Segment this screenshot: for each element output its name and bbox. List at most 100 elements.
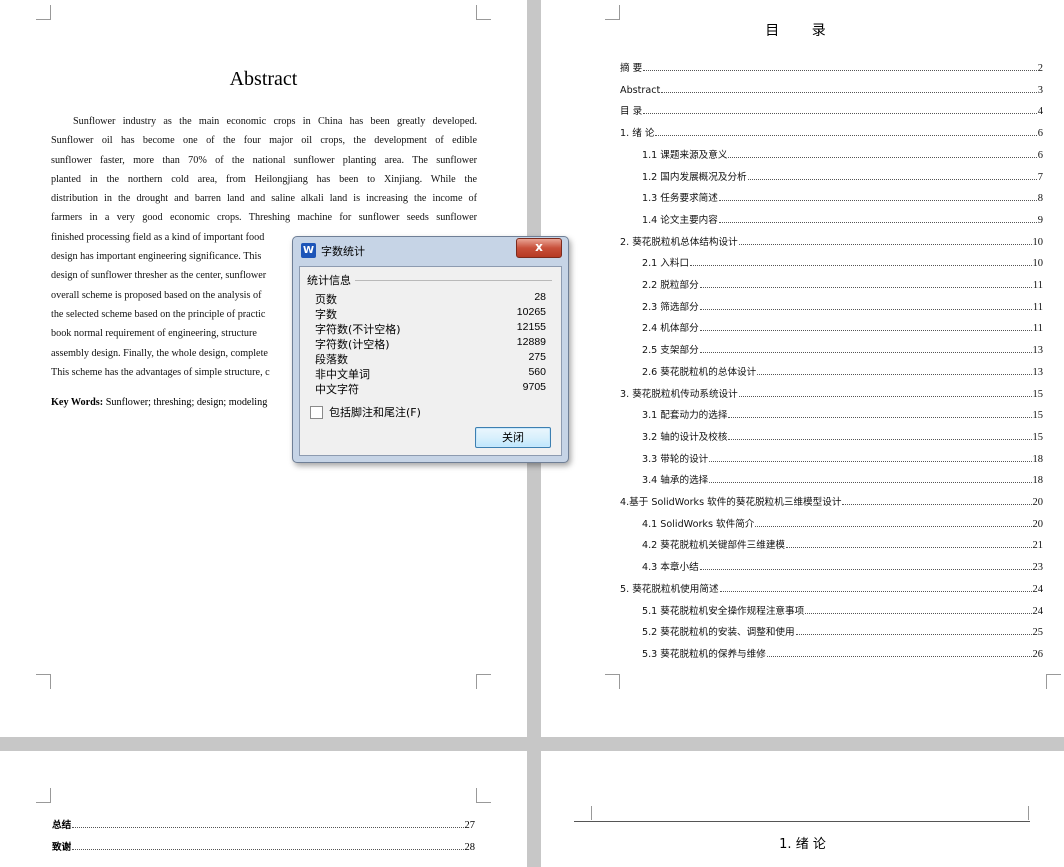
stat-label: 字数: [315, 308, 337, 321]
toc-entry[interactable]: 4.3 本章小结 23: [642, 559, 1043, 573]
page-corner-mark: [476, 788, 491, 803]
checkbox-label: 包括脚注和尾注(F): [329, 406, 421, 419]
wps-writer-icon: W: [301, 243, 316, 258]
toc-entry[interactable]: 5. 葵花脱粒机使用简述 24: [620, 581, 1043, 595]
toc-entry-text: Abstract: [620, 85, 661, 96]
abstract-title: Abstract: [229, 68, 298, 90]
toc-entry-text: 致谢: [52, 842, 72, 853]
toc-entry[interactable]: 摘 要 2: [620, 60, 1043, 74]
toc-entry-text: 3.2 轴的设计及校核: [642, 432, 728, 443]
toc-entry-text: 摘 要: [620, 63, 643, 74]
abstract-keywords: Key Words: Sunflower; threshing; design;…: [51, 397, 267, 408]
toc-entry[interactable]: 4.1 SolidWorks 软件简介 20: [642, 516, 1043, 530]
toc-entry-thanks[interactable]: 致谢 28: [52, 839, 475, 853]
toc-leader-dots: [661, 92, 1037, 93]
toc-entry[interactable]: 1.1 课题来源及意义 6: [642, 147, 1043, 161]
toc-leader-dots: [718, 222, 1037, 223]
toc-entry[interactable]: 4.2 葵花脱粒机关键部件三维建模 21: [642, 537, 1043, 551]
include-footnotes-checkbox[interactable]: 包括脚注和尾注(F): [310, 404, 421, 420]
page-toc: 目 录 摘 要 2 Abstract 3 目 录 4 1. 绪 论 6 1.1 课题来源及意义 6…: [541, 0, 1064, 737]
toc-entry[interactable]: 3. 葵花脱粒机传动系统设计 15: [620, 386, 1043, 400]
toc-leader-dots: [757, 374, 1032, 375]
toc-leader-dots: [766, 656, 1032, 657]
toc-leader-dots: [699, 352, 1032, 353]
toc-entry[interactable]: 5.1 葵花脱粒机安全操作规程注意事项 24: [642, 603, 1043, 617]
header-rule: [574, 821, 1030, 822]
group-divider: [350, 280, 552, 281]
toc-entry[interactable]: 4.基于 SolidWorks 软件的葵花脱粒机三维模型设计 20: [620, 494, 1043, 508]
stat-row: 中文字符 9705: [315, 381, 546, 396]
toc-entry-page: 21: [1032, 540, 1044, 551]
toc-entry[interactable]: 3.3 带轮的设计 18: [642, 451, 1043, 465]
toc-entry[interactable]: 2.1 入料口 10: [642, 255, 1043, 269]
stat-row: 页数 28: [315, 291, 546, 306]
toc-entry-summary[interactable]: 总结 27: [52, 817, 475, 831]
toc-entry-page: 18: [1032, 454, 1044, 465]
toc-entry-page: 15: [1032, 410, 1044, 421]
stat-label: 非中文单词: [315, 368, 370, 381]
toc-entry[interactable]: 5.3 葵花脱粒机的保养与维修 26: [642, 646, 1043, 660]
stat-value: 275: [528, 351, 546, 363]
toc-leader-dots: [699, 569, 1032, 570]
close-button[interactable]: 关闭: [475, 427, 551, 448]
toc-leader-dots: [786, 547, 1032, 548]
toc-entry-text: 3.1 配套动力的选择: [642, 410, 728, 421]
toc-entry-text: 1.3 任务要求简述: [642, 193, 718, 204]
page-corner-mark: [605, 5, 620, 20]
toc-leader-dots: [655, 135, 1037, 136]
keywords-label: Key Words:: [51, 397, 104, 408]
chapter-heading: 1. 绪 论: [779, 837, 826, 852]
toc-entry[interactable]: 1.2 国内发展概况及分析 7: [642, 169, 1043, 183]
toc-entry-text: 2.4 机体部分: [642, 323, 699, 334]
toc-entry[interactable]: 目 录 4: [620, 103, 1043, 117]
toc-entry-text: 4.3 本章小结: [642, 562, 699, 573]
toc-entry[interactable]: Abstract 3: [620, 82, 1043, 96]
toc-leader-dots: [699, 287, 1032, 288]
toc-entry-page: 20: [1032, 519, 1044, 530]
dialog-titlebar[interactable]: W 字数统计 x: [293, 237, 568, 265]
toc-leader-dots: [699, 309, 1032, 310]
toc-entry-text: 1.1 课题来源及意义: [642, 150, 728, 161]
toc-entry[interactable]: 2. 葵花脱粒机总体结构设计 10: [620, 234, 1043, 248]
toc-entry[interactable]: 5.2 葵花脱粒机的安装、调整和使用 25: [642, 624, 1043, 638]
toc-entry[interactable]: 1.3 任务要求简述 8: [642, 190, 1043, 204]
toc-leader-dots: [718, 200, 1037, 201]
toc-leader-dots: [755, 526, 1032, 527]
toc-entry[interactable]: 2.2 脱粒部分 11: [642, 277, 1043, 291]
toc-entry[interactable]: 2.3 筛选部分 11: [642, 299, 1043, 313]
toc-entry-text: 3.3 带轮的设计: [642, 454, 709, 465]
toc-entry-page: 15: [1032, 389, 1044, 400]
word-count-dialog[interactable]: W 字数统计 x 统计信息 页数 28 字数 10265 字符数(不计空格) 12155 字…: [292, 236, 569, 463]
toc-leader-dots: [72, 827, 464, 828]
toc-entry-page: 11: [1032, 302, 1043, 313]
toc-entry[interactable]: 3.4 轴承的选择 18: [642, 472, 1043, 486]
toc-leader-dots: [719, 591, 1032, 592]
stat-value: 28: [534, 291, 546, 303]
abstract-line: planted in the northern cold area, from …: [51, 173, 477, 185]
toc-entry-text: 5.1 葵花脱粒机安全操作规程注意事项: [642, 606, 805, 617]
toc-entry[interactable]: 1. 绪 论 6: [620, 125, 1043, 139]
stat-label: 字符数(计空格): [315, 338, 390, 351]
toc-entry-page: 24: [1032, 584, 1044, 595]
page-bottom-left: 总结 27 致谢 28: [0, 751, 527, 867]
toc-entry-text: 2.1 入料口: [642, 258, 690, 269]
toc-entry[interactable]: 2.5 支架部分 13: [642, 342, 1043, 356]
toc-entry[interactable]: 3.2 轴的设计及校核 15: [642, 429, 1043, 443]
toc-leader-dots: [699, 330, 1032, 331]
toc-entry-text: 2.6 葵花脱粒机的总体设计: [642, 367, 757, 378]
page-corner-mark: [1046, 674, 1061, 689]
page-corner-mark: [476, 5, 491, 20]
stat-row: 字数 10265: [315, 306, 546, 321]
dialog-content: 统计信息 页数 28 字数 10265 字符数(不计空格) 12155 字符数(计空格) 12…: [299, 266, 562, 456]
toc-entry[interactable]: 2.6 葵花脱粒机的总体设计 13: [642, 364, 1043, 378]
toc-entry-page: 10: [1032, 237, 1044, 248]
toc-entry-page: 4: [1037, 106, 1043, 117]
abstract-line: Sunflower industry as the main economic …: [73, 116, 477, 127]
toc-entry[interactable]: 1.4 论文主要内容 9: [642, 212, 1043, 226]
toc-title: 目 录: [765, 23, 840, 39]
close-icon[interactable]: x: [516, 238, 562, 258]
toc-entry[interactable]: 3.1 配套动力的选择 15: [642, 407, 1043, 421]
toc-entry-page: 8: [1037, 193, 1043, 204]
checkbox-box[interactable]: [310, 405, 323, 419]
toc-entry[interactable]: 2.4 机体部分 11: [642, 320, 1043, 334]
